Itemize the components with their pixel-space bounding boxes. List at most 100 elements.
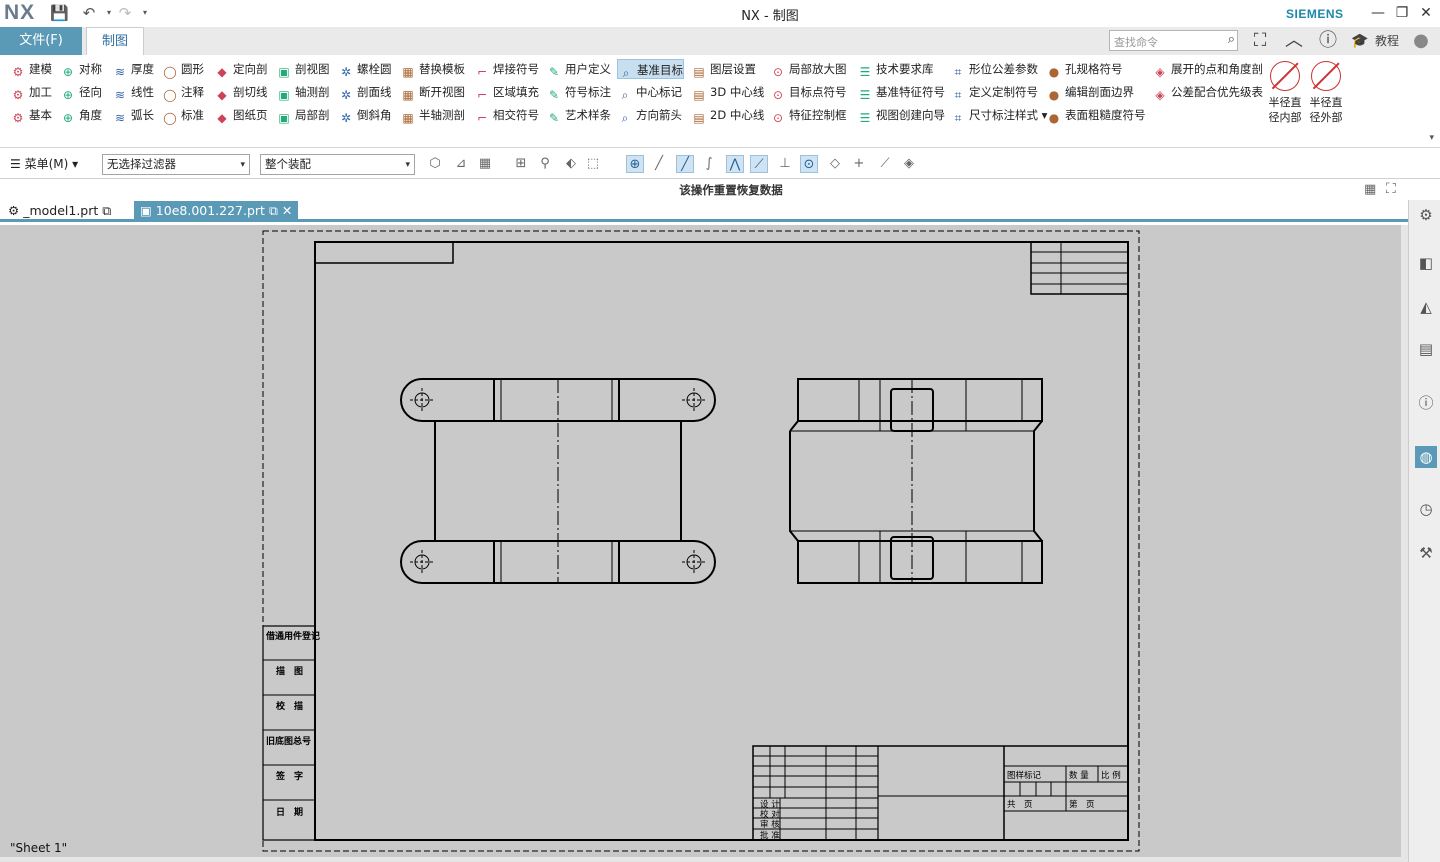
radius-diameter-outside-button[interactable]: 半径直 径外部 xyxy=(1306,61,1346,125)
tab-drafting[interactable]: 制图 xyxy=(86,27,144,55)
tab-file[interactable]: 文件(F) xyxy=(0,27,82,55)
ribbon-row2-item-3[interactable]: ◯ 注释 xyxy=(162,82,204,102)
snap-tool-icon-16[interactable]: + xyxy=(850,155,868,173)
ribbon-row3-item-0[interactable]: ⚙ 基本 xyxy=(10,105,52,125)
ribbon-row1-item-2[interactable]: ≋ 厚度 xyxy=(112,59,154,79)
ribbon-row3-item-4[interactable]: ◆ 图纸页 xyxy=(214,105,267,125)
detach-icon[interactable]: ⧉ xyxy=(102,203,111,218)
ribbon-row3-item-5[interactable]: ▣ 局部剖 xyxy=(276,105,329,125)
snap-tool-icon-18[interactable]: ◈ xyxy=(900,155,918,173)
ribbon-row2-item-6[interactable]: ✲ 剖面线 xyxy=(338,82,392,102)
user-avatar[interactable]: ● xyxy=(1410,29,1432,53)
vertical-scrollbar[interactable] xyxy=(1401,225,1408,857)
ribbon-row3-item-8[interactable]: ⌐ 相交符号 xyxy=(474,105,539,125)
ribbon-more-icon[interactable]: ▾ xyxy=(1429,133,1434,143)
snap-tool-icon-15[interactable]: ◇ xyxy=(826,155,844,173)
close-tab-icon[interactable]: ✕ xyxy=(282,203,292,218)
ribbon-row1-item-9[interactable]: ✎ 用户定义 xyxy=(546,59,611,79)
ribbon-row1-item-14[interactable]: ⌗ 形位公差参数 xyxy=(950,59,1038,79)
snap-tool-icon-8[interactable]: ╱ xyxy=(650,155,668,173)
ribbon-row2-item-2[interactable]: ≋ 线性 xyxy=(112,82,154,102)
web-browser-icon[interactable]: ◍ xyxy=(1415,446,1437,468)
ribbon-row2-item-5[interactable]: ▣ 轴测剖 xyxy=(276,82,329,102)
ribbon-row2-item-9[interactable]: ✎ 符号标注 xyxy=(546,82,611,102)
ribbon-row3-item-7[interactable]: ▦ 半轴测剖 xyxy=(400,105,465,125)
snap-tool-icon-0[interactable]: ⬡ xyxy=(426,155,444,173)
snap-tool-icon-1[interactable]: ⊿ xyxy=(452,155,470,173)
fullscreen-icon[interactable]: ⛶ xyxy=(1248,29,1272,53)
ribbon-row1-item-15[interactable]: ● 孔规格符号 xyxy=(1046,59,1123,79)
maximize-view-icon[interactable]: ⛶ xyxy=(1386,181,1396,197)
ribbon-row2-item-8[interactable]: ⌐ 区域填充 xyxy=(474,82,539,102)
ribbon-row2-item-11[interactable]: ▤ 3D 中心线 xyxy=(691,82,764,102)
part-navigator-icon[interactable]: ◧ xyxy=(1415,252,1437,274)
ribbon-row3-item-2[interactable]: ≋ 弧长 xyxy=(112,105,154,125)
ribbon-row1-item-6[interactable]: ✲ 螺栓圆 xyxy=(338,59,392,79)
collapse-ribbon-icon[interactable]: ︿ xyxy=(1282,29,1306,53)
tab-model1[interactable]: ⚙ _model1.prt ⧉ xyxy=(2,201,117,222)
snap-tool-icon-4[interactable]: ⚲ xyxy=(536,155,554,173)
snap-tool-icon-13[interactable]: ⊥ xyxy=(776,155,794,173)
ribbon-row1-item-3[interactable]: ◯ 圆形 xyxy=(162,59,204,79)
horizontal-scrollbar[interactable] xyxy=(0,857,1408,862)
history-icon[interactable]: ◷ xyxy=(1415,498,1437,520)
snap-tool-icon-3[interactable]: ⊞ xyxy=(512,155,530,173)
detach-icon[interactable]: ⧉ xyxy=(269,203,278,218)
menu-button[interactable]: ☰ 菜单(M) ▾ xyxy=(10,155,78,172)
selection-filter-select[interactable]: 无选择过滤器 ▾ xyxy=(102,154,250,175)
snap-tool-icon-14[interactable]: ⊙ xyxy=(800,155,818,173)
snap-tool-icon-9[interactable]: ╱ xyxy=(676,155,694,173)
ribbon-row3-item-3[interactable]: ◯ 标准 xyxy=(162,105,204,125)
ribbon-row1-item-16[interactable]: ◈ 展开的点和角度剖 xyxy=(1152,59,1263,79)
ribbon-row3-item-14[interactable]: ⌗ 尺寸标注样式 ▾ xyxy=(950,105,1048,125)
ribbon-row2-item-4[interactable]: ◆ 剖切线 xyxy=(214,82,267,102)
settings-icon[interactable]: ⚙ xyxy=(1415,204,1437,226)
tutorial-label[interactable]: 教程 xyxy=(1372,29,1402,53)
ribbon-row3-item-1[interactable]: ⊕ 角度 xyxy=(60,105,102,125)
snap-tool-icon-17[interactable]: ⟋ xyxy=(876,155,894,173)
snap-tool-icon-5[interactable]: ⬖ xyxy=(562,155,580,173)
ribbon-row3-item-15[interactable]: ● 表面粗糙度符号 xyxy=(1046,105,1146,125)
ribbon-row2-item-10[interactable]: ⌕ 中心标记 xyxy=(617,82,682,102)
ribbon-row2-item-14[interactable]: ⌗ 定义定制符号 xyxy=(950,82,1038,102)
ribbon-row2-item-12[interactable]: ⊙ 目标点符号 xyxy=(770,82,847,102)
ribbon-row3-item-6[interactable]: ✲ 倒斜角 xyxy=(338,105,392,125)
ribbon-row2-item-16[interactable]: ◈ 公差配合优先级表 xyxy=(1152,82,1263,102)
ribbon-row1-item-10[interactable]: ⌕ 基准目标 xyxy=(617,59,684,80)
snap-tool-icon-2[interactable]: ▦ xyxy=(476,155,494,173)
snap-tool-icon-12[interactable]: ⟋ xyxy=(750,155,768,173)
info-icon[interactable]: ⓘ xyxy=(1415,392,1437,414)
ribbon-row2-item-1[interactable]: ⊕ 径向 xyxy=(60,82,102,102)
ribbon-row2-item-0[interactable]: ⚙ 加工 xyxy=(10,82,52,102)
ribbon-row1-item-4[interactable]: ◆ 定向剖 xyxy=(214,59,267,79)
tab-10e8[interactable]: ▣ 10e8.001.227.prt ⧉ ✕ xyxy=(134,201,299,222)
drawing-canvas[interactable]: 借通用件登记 描 图 校 描 旧底图总号 签 字 日 期 图样标记 数 量 比 … xyxy=(0,225,1401,857)
restore-icon[interactable]: ❐ xyxy=(1392,3,1412,23)
assembly-navigator-icon[interactable]: ◭ xyxy=(1415,296,1437,318)
ribbon-row3-item-10[interactable]: ⌕ 方向箭头 xyxy=(617,105,682,125)
ribbon-row1-item-1[interactable]: ⊕ 对称 xyxy=(60,59,102,79)
checker-icon[interactable]: ▦ xyxy=(1364,182,1376,197)
ribbon-row1-item-12[interactable]: ⊙ 局部放大图 xyxy=(770,59,847,79)
help-icon[interactable]: ⓘ xyxy=(1316,29,1340,53)
ribbon-row3-item-9[interactable]: ✎ 艺术样条 xyxy=(546,105,611,125)
assembly-scope-select[interactable]: 整个装配 ▾ xyxy=(260,154,415,175)
snap-tool-icon-10[interactable]: ∫ xyxy=(700,155,718,173)
ribbon-row2-item-13[interactable]: ☰ 基准特征符号 xyxy=(857,82,945,102)
ribbon-row2-item-15[interactable]: ● 编辑剖面边界 xyxy=(1046,82,1134,102)
snap-tool-icon-6[interactable]: ⬚ xyxy=(584,155,602,173)
ribbon-row3-item-12[interactable]: ⊙ 特征控制框 xyxy=(770,105,847,125)
ribbon-row1-item-8[interactable]: ⌐ 焊接符号 xyxy=(474,59,539,79)
ribbon-row1-item-0[interactable]: ⚙ 建模 xyxy=(10,59,52,79)
ribbon-row2-item-7[interactable]: ▦ 断开视图 xyxy=(400,82,465,102)
minimize-icon[interactable]: — xyxy=(1368,3,1388,23)
ribbon-row1-item-5[interactable]: ▣ 剖视图 xyxy=(276,59,329,79)
constraint-navigator-icon[interactable]: ▤ xyxy=(1415,338,1437,360)
ribbon-row1-item-13[interactable]: ☰ 技术要求库 xyxy=(857,59,934,79)
snap-tool-icon-11[interactable]: ⋀ xyxy=(726,155,744,173)
ribbon-row1-item-11[interactable]: ▤ 图层设置 xyxy=(691,59,756,79)
radius-diameter-inside-button[interactable]: 半径直 径内部 xyxy=(1265,61,1305,125)
snap-tool-icon-7[interactable]: ⊕ xyxy=(626,155,644,173)
command-search-input[interactable]: 查找命令 ⌕ xyxy=(1109,30,1238,51)
ribbon-row1-item-7[interactable]: ▦ 替换模板 xyxy=(400,59,465,79)
